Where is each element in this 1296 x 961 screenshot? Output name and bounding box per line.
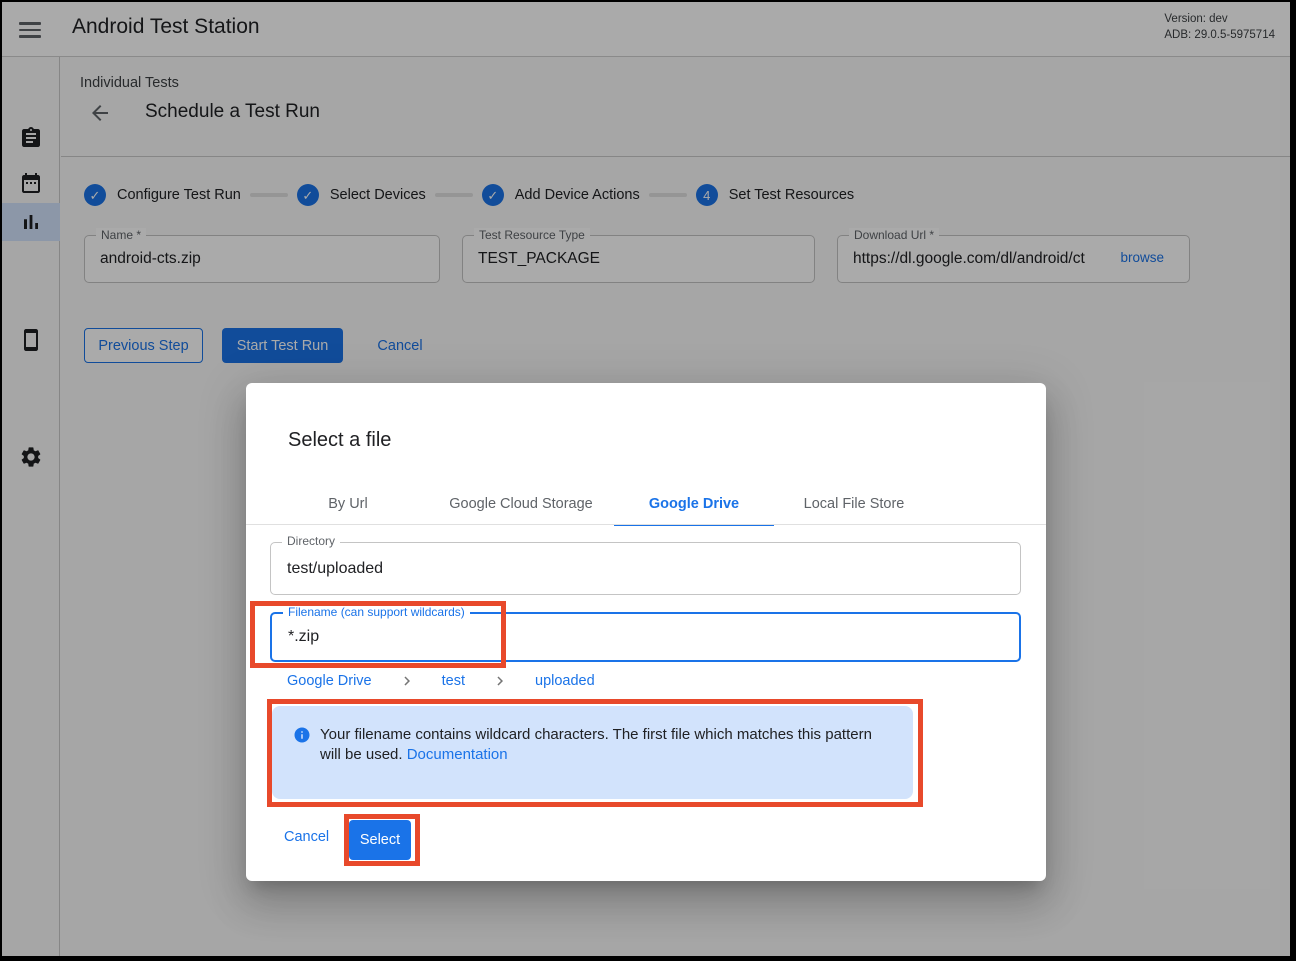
dialog-tabs: By Url Google Cloud Storage Google Drive…: [268, 483, 934, 525]
breadcrumb-google-drive[interactable]: Google Drive: [287, 673, 372, 689]
alert-message: Your filename contains wildcard characte…: [320, 725, 880, 764]
chevron-right-icon: [491, 672, 509, 690]
breadcrumb-uploaded[interactable]: uploaded: [535, 673, 595, 689]
select-file-dialog: Select a file By Url Google Cloud Storag…: [246, 383, 1046, 881]
directory-field: Directory: [270, 542, 1021, 595]
tab-local-file-store[interactable]: Local File Store: [774, 483, 934, 525]
wildcard-info-alert: Your filename contains wildcard characte…: [272, 706, 913, 799]
tab-by-url[interactable]: By Url: [268, 483, 428, 525]
tabs-divider: [246, 524, 1046, 525]
breadcrumb-test[interactable]: test: [442, 673, 465, 689]
alert-text: Your filename contains wildcard characte…: [320, 726, 872, 763]
dialog-cancel-button[interactable]: Cancel: [284, 829, 329, 845]
tab-google-cloud-storage[interactable]: Google Cloud Storage: [428, 483, 614, 525]
drive-breadcrumb: Google Drive test uploaded: [287, 671, 595, 691]
tab-google-drive[interactable]: Google Drive: [614, 483, 774, 525]
dialog-select-button[interactable]: Select: [349, 820, 411, 860]
app-window: Android Test Station Version: dev ADB: 2…: [2, 2, 1290, 956]
documentation-link[interactable]: Documentation: [407, 746, 508, 763]
screenshot-frame: Android Test Station Version: dev ADB: 2…: [0, 0, 1296, 961]
directory-input[interactable]: [287, 543, 987, 594]
filename-input[interactable]: [288, 614, 988, 660]
chevron-right-icon: [398, 672, 416, 690]
filename-field: Filename (can support wildcards): [270, 612, 1021, 662]
info-icon: [293, 726, 311, 744]
dialog-title: Select a file: [288, 429, 391, 452]
